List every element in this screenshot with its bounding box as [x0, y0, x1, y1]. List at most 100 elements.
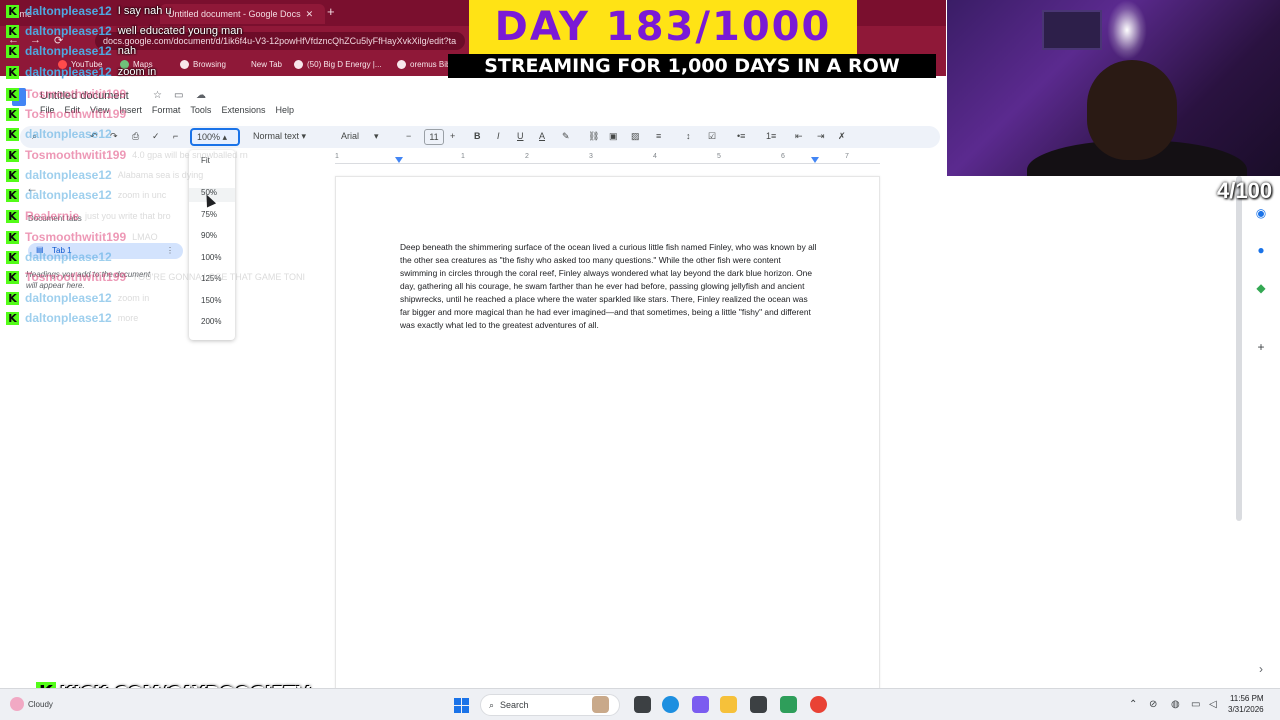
add-addon-icon[interactable]: +: [1254, 340, 1268, 354]
font-size-input[interactable]: 11: [424, 129, 444, 145]
link-icon[interactable]: ⛓: [588, 131, 599, 142]
cloud-icon: [10, 697, 24, 711]
paragraph-style-select[interactable]: Normal text ▾: [253, 131, 306, 142]
cloud-icon[interactable]: ☁: [196, 90, 206, 101]
contacts-icon[interactable]: ●: [1254, 243, 1268, 257]
bookmark-big-d-energy[interactable]: (50) Big D Energy |...: [294, 60, 382, 69]
kick-badge-icon: K: [6, 44, 19, 58]
zoom-option-90[interactable]: 90%: [189, 231, 235, 240]
highlight-icon[interactable]: ✎: [562, 131, 570, 142]
tasks-icon[interactable]: ◉: [1254, 206, 1268, 220]
microphone-icon[interactable]: ◍: [1171, 699, 1180, 710]
numbered-list-icon[interactable]: 1≡: [766, 131, 776, 141]
taskbar-clock[interactable]: 11:56 PM 3/31/2026: [1228, 693, 1264, 715]
chat-username: daltonplease12: [25, 44, 112, 58]
spellcheck-icon[interactable]: ✓: [152, 131, 160, 142]
paint-format-icon[interactable]: ⌐: [173, 131, 178, 141]
chrome-icon[interactable]: [810, 696, 827, 713]
line-spacing-icon[interactable]: ↕: [686, 131, 691, 141]
clear-formatting-icon[interactable]: ✗: [838, 131, 846, 142]
zoom-select[interactable]: 100% ▴: [190, 128, 240, 146]
chat-text: more: [117, 313, 139, 323]
more-vert-icon[interactable]: ⋮: [166, 246, 174, 255]
kick-badge-icon: K: [6, 65, 19, 79]
chat-username: Tosmoothwitit199: [25, 270, 127, 284]
file-explorer-icon[interactable]: [720, 696, 737, 713]
new-tab-button[interactable]: +: [327, 4, 335, 19]
left-indent-marker[interactable]: [395, 157, 403, 163]
star-icon[interactable]: ☆: [153, 90, 162, 101]
wall-frame: [1042, 10, 1102, 50]
close-icon[interactable]: ✕: [306, 9, 314, 20]
zoom-option-75[interactable]: 75%: [189, 210, 235, 219]
chat-message: Kdaltonplease12 zoom in: [6, 64, 156, 80]
chat-message: Kdaltonplease12: [6, 249, 112, 265]
italic-button[interactable]: I: [497, 131, 500, 141]
font-size-increase-button[interactable]: +: [450, 131, 455, 141]
kick-badge-icon: K: [6, 148, 19, 162]
menu-tools[interactable]: Tools: [190, 105, 211, 115]
chat-message: K Tosmoothwitit199: [6, 106, 126, 122]
tab-docs[interactable]: Untitled document - Google Docs ✕: [160, 4, 325, 24]
copilot-icon[interactable]: [692, 696, 709, 713]
chat-text: just you write that bro: [85, 211, 171, 221]
chat-message: Kdaltonplease12: [6, 126, 112, 142]
align-icon[interactable]: ≡: [656, 131, 661, 141]
print-icon[interactable]: ⎙: [132, 131, 139, 142]
ruler-number: 2: [525, 153, 529, 160]
bookmark-label: Browsing: [193, 60, 226, 69]
kick-app-icon[interactable]: [780, 696, 797, 713]
maps-pin-icon[interactable]: ◆: [1254, 281, 1268, 295]
chat-text: nah: [117, 45, 137, 57]
volume-icon[interactable]: ◁: [1209, 699, 1217, 710]
chat-message: K Tosmoothwitit199 LMAO: [6, 229, 158, 245]
globe-icon: [294, 60, 303, 69]
menu-help[interactable]: Help: [275, 105, 294, 115]
task-view-icon[interactable]: [634, 696, 651, 713]
document-body[interactable]: Deep beneath the shimmering surface of t…: [400, 241, 818, 332]
clock-date: 3/31/2026: [1228, 705, 1264, 714]
clock-time: 11:56 PM: [1229, 694, 1264, 703]
font-size-decrease-button[interactable]: −: [406, 131, 411, 141]
menu-extensions[interactable]: Extensions: [221, 105, 265, 115]
bookmark-label: New Tab: [251, 60, 282, 69]
zoom-option-100[interactable]: 100%: [189, 253, 235, 262]
bulleted-list-icon[interactable]: •≡: [737, 131, 745, 141]
bookmark-new-tab[interactable]: New Tab: [251, 60, 282, 69]
text-color-icon[interactable]: A: [539, 131, 545, 141]
start-button-icon[interactable]: [454, 698, 469, 713]
move-folder-icon[interactable]: ▭: [174, 90, 183, 101]
decrease-indent-icon[interactable]: ⇤: [795, 131, 803, 142]
increase-indent-icon[interactable]: ⇥: [817, 131, 825, 142]
comment-icon[interactable]: ▣: [609, 131, 618, 142]
bookmark-oremus[interactable]: oremus Bib: [397, 60, 450, 69]
zoom-option-200[interactable]: 200%: [189, 317, 235, 326]
chat-text: LMAO: [132, 232, 158, 242]
chevron-up-icon[interactable]: ⌃: [1129, 699, 1137, 710]
zoom-option-150[interactable]: 150%: [189, 296, 235, 305]
edge-icon[interactable]: [662, 696, 679, 713]
chat-username: daltonplease12: [25, 127, 112, 141]
store-icon[interactable]: [750, 696, 767, 713]
font-select[interactable]: Arial ▾: [341, 131, 379, 142]
display-icon[interactable]: ▭: [1191, 699, 1200, 710]
page-scrollbar[interactable]: [1236, 176, 1242, 521]
expand-panel-icon[interactable]: ›: [1254, 662, 1268, 676]
underline-button[interactable]: U: [517, 131, 524, 141]
right-indent-marker[interactable]: [811, 157, 819, 163]
chat-text: YOU'RE GONNA LOSE THAT GAME TONI: [132, 272, 306, 282]
document-page[interactable]: Deep beneath the shimmering surface of t…: [335, 176, 880, 696]
chat-text: Alabama sea is dying: [117, 170, 204, 180]
bold-button[interactable]: B: [474, 131, 481, 141]
weather-widget[interactable]: Cloudy: [10, 697, 53, 711]
network-off-icon[interactable]: ⊘: [1149, 699, 1157, 710]
kick-badge-icon: K: [6, 209, 19, 223]
menu-format[interactable]: Format: [152, 105, 181, 115]
streamer-head: [1087, 60, 1177, 160]
checklist-icon[interactable]: ☑: [708, 131, 716, 142]
search-highlight-icon: [592, 696, 609, 713]
kick-badge-icon: K: [6, 87, 19, 101]
bookmark-browsing[interactable]: Browsing: [180, 60, 226, 69]
chat-message: Kdaltonplease12 I say nah u: [6, 3, 172, 19]
image-icon[interactable]: ▨: [631, 131, 640, 142]
